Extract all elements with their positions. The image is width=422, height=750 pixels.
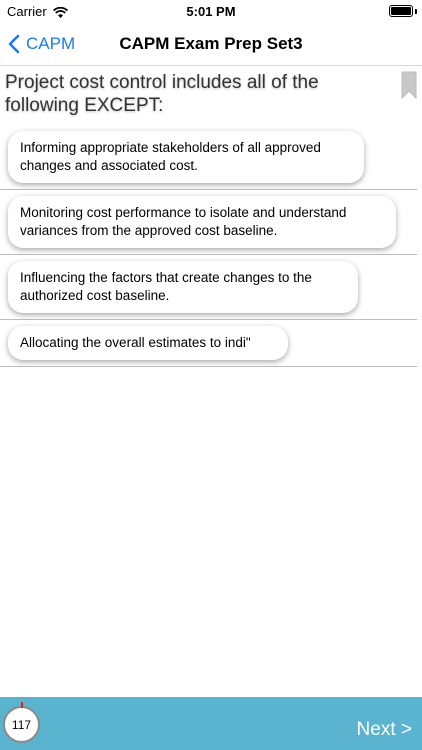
answer-option-b[interactable]: Monitoring cost performance to isolate a… — [8, 196, 396, 248]
answer-option-row: Monitoring cost performance to isolate a… — [0, 190, 417, 255]
battery-icon — [389, 5, 413, 17]
question-counter: 117 — [3, 706, 40, 743]
answer-option-d[interactable]: Allocating the overall estimates to indi… — [8, 326, 288, 360]
page-title: CAPM Exam Prep Set3 — [119, 34, 303, 53]
question-counter-value: 117 — [11, 717, 32, 732]
battery-tip — [415, 9, 417, 14]
status-bar: Carrier 5:01 PM — [0, 0, 422, 22]
counter-progress-tick — [21, 702, 23, 708]
answer-option-row: Influencing the factors that create chan… — [0, 255, 417, 320]
status-time: 5:01 PM — [186, 4, 236, 19]
answer-option-row: Allocating the overall estimates to indi… — [0, 320, 417, 367]
answer-option-a[interactable]: Informing appropriate stakeholders of al… — [8, 131, 364, 183]
answer-option-c[interactable]: Influencing the factors that create chan… — [8, 261, 358, 313]
bookmark-icon[interactable] — [401, 71, 417, 100]
answer-option-row: Informing appropriate stakeholders of al… — [0, 125, 417, 190]
bottom-bar: 117 Next > — [0, 697, 422, 750]
nav-bar: CAPM CAPM Exam Prep Set3 — [0, 22, 422, 66]
next-button[interactable]: Next > — [357, 697, 412, 750]
question-text: Project cost control includes all of the… — [5, 72, 319, 116]
answer-options: Informing appropriate stakeholders of al… — [0, 125, 422, 367]
